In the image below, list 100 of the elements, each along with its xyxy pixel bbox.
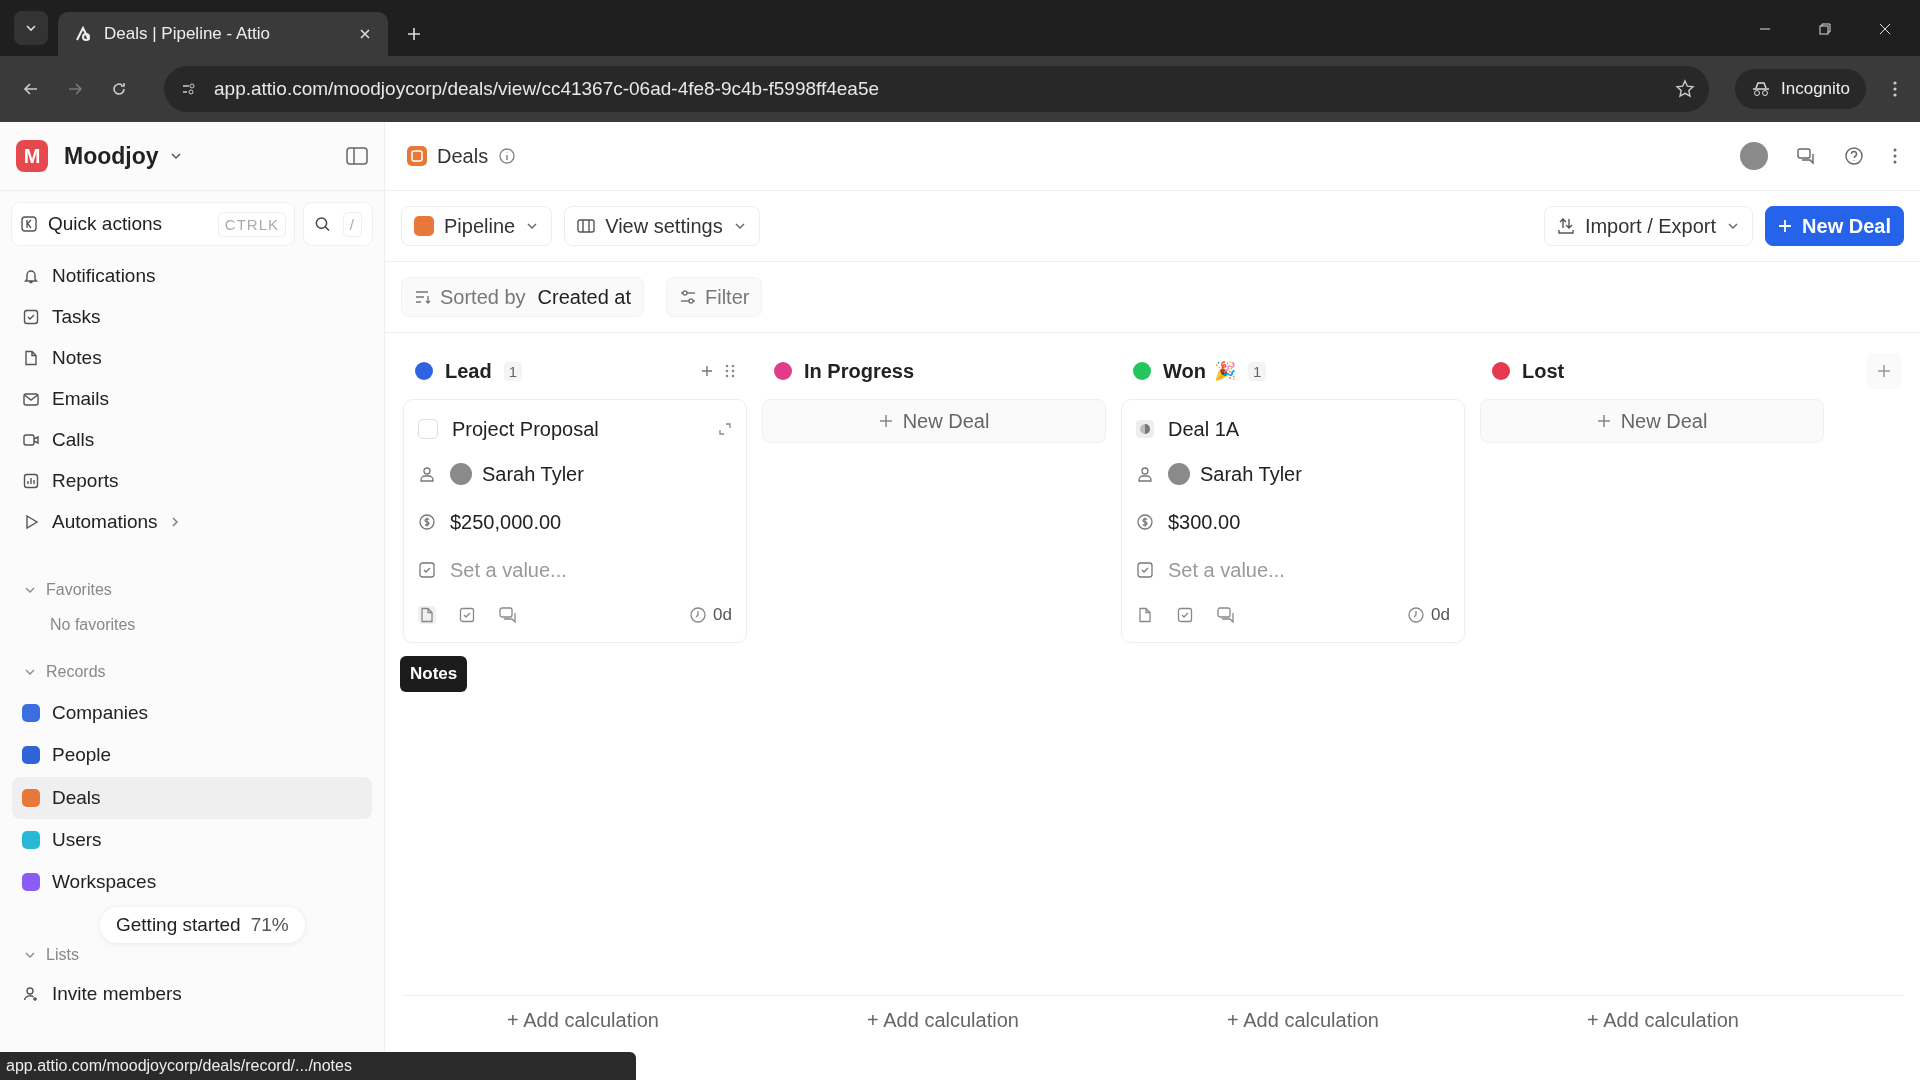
sidebar-toggle-icon[interactable] — [346, 146, 368, 166]
new-deal-button[interactable]: New Deal — [762, 399, 1106, 443]
deal-age: 0d — [1431, 605, 1450, 625]
restore-icon[interactable] — [1818, 22, 1832, 36]
filter-icon — [679, 289, 697, 305]
deal-value: $300.00 — [1168, 510, 1241, 534]
owner-name[interactable]: Sarah Tyler — [482, 462, 584, 486]
notes-icon[interactable] — [418, 606, 436, 624]
sidebar-item[interactable]: People — [12, 734, 372, 777]
currency-icon — [418, 513, 436, 531]
person-icon — [418, 465, 436, 483]
sidebar-item[interactable]: Notifications — [12, 255, 372, 296]
close-icon[interactable] — [358, 27, 372, 41]
clock-icon — [1407, 606, 1426, 624]
view-settings-button[interactable]: View settings — [564, 206, 760, 246]
quick-actions-button[interactable]: Quick actions CTRLK — [12, 203, 294, 245]
star-icon[interactable] — [1675, 79, 1695, 99]
notes-icon[interactable] — [1136, 606, 1154, 624]
quick-actions-label: Quick actions — [48, 213, 163, 235]
checkbox-icon — [1136, 561, 1154, 579]
sidebar-item[interactable]: Workspaces — [12, 861, 372, 904]
sidebar-item[interactable]: Tasks — [12, 296, 372, 337]
filter-button[interactable]: Filter — [666, 277, 763, 317]
sidebar-item[interactable]: Automations — [12, 501, 372, 542]
comments-icon[interactable] — [498, 606, 518, 624]
search-icon — [314, 215, 331, 233]
sidebar-item[interactable]: Companies — [12, 692, 372, 735]
deal-title[interactable]: Project Proposal — [452, 417, 599, 441]
column-title: Won — [1163, 359, 1206, 383]
sidebar-item[interactable]: Users — [12, 818, 372, 862]
browser-tab[interactable]: Deals | Pipeline - Attio — [58, 12, 388, 56]
pipeline-icon — [414, 216, 434, 236]
reload-icon[interactable] — [110, 80, 128, 98]
sidebar-item[interactable]: Reports — [12, 460, 372, 501]
column-title: In Progress — [804, 359, 915, 383]
sort-button[interactable]: Sorted by Created at — [401, 277, 644, 317]
sidebar-item[interactable]: Deals — [12, 776, 372, 819]
shortcut-hint: / — [342, 211, 362, 237]
import-export-button[interactable]: Import / Export — [1543, 206, 1754, 246]
sidebar-item[interactable]: Notes — [12, 337, 372, 378]
sort-icon — [414, 289, 432, 305]
workspace-logo: M — [16, 140, 48, 172]
tasks-icon[interactable] — [1176, 606, 1194, 624]
more-icon[interactable] — [1892, 147, 1898, 165]
sidebar-item[interactable]: Emails — [12, 378, 372, 419]
invite-members-item[interactable]: Invite members — [12, 973, 372, 1015]
site-settings-icon[interactable] — [180, 80, 198, 98]
count-badge: 1 — [1247, 361, 1267, 381]
workspace-name[interactable]: Moodjoy — [64, 142, 159, 170]
comments-icon[interactable] — [1216, 606, 1236, 624]
help-icon[interactable] — [1844, 146, 1864, 166]
page-title: Deals — [437, 144, 489, 168]
info-icon[interactable] — [498, 147, 517, 165]
add-icon[interactable] — [701, 365, 713, 377]
column-title: Lost — [1522, 359, 1565, 383]
new-tab-icon[interactable] — [406, 26, 422, 42]
owner-name[interactable]: Sarah Tyler — [1200, 462, 1302, 486]
section-header[interactable]: Lists — [12, 943, 372, 968]
doc-icon — [22, 348, 40, 367]
plus-icon — [1877, 364, 1891, 378]
status-url: app.attio.com/moodjoycorp/deals/record/.../notes — [0, 1052, 636, 1080]
site-logo-icon — [74, 25, 92, 43]
currency-icon — [1136, 513, 1154, 531]
add-calculation-link[interactable]: + Add calculation — [1227, 1009, 1379, 1031]
new-deal-button[interactable]: New Deal — [1480, 399, 1824, 443]
deal-title[interactable]: Deal 1A — [1168, 417, 1240, 441]
add-calculation-link[interactable]: + Add calculation — [867, 1009, 1019, 1031]
section-header[interactable]: Records — [12, 660, 372, 684]
incognito-badge[interactable]: Incognito — [1735, 69, 1866, 109]
empty-favorites-text: No favorites — [49, 615, 137, 634]
getting-started-pill[interactable]: Getting started 71% — [100, 907, 305, 944]
add-calculation-link[interactable]: + Add calculation — [1587, 1009, 1739, 1031]
incognito-icon — [1751, 81, 1771, 97]
address-bar[interactable]: app.attio.com/moodjoycorp/deals/view/cc41367c-06ad-4fe8-9c4b-f5998ff4ea5e — [164, 66, 1709, 112]
checkbox[interactable] — [418, 419, 438, 439]
view-selector-button[interactable]: Pipeline — [401, 206, 553, 246]
drag-handle-icon[interactable] — [725, 364, 735, 378]
new-deal-button[interactable]: New Deal — [1765, 206, 1904, 246]
party-popper-emoji: 🎉 — [1213, 360, 1236, 382]
tasks-icon[interactable] — [458, 606, 476, 624]
add-person-icon — [22, 985, 40, 1003]
sidebar-item[interactable]: Calls — [12, 419, 372, 460]
menu-icon[interactable] — [1892, 80, 1898, 98]
avatar — [1168, 463, 1190, 485]
tooltip: Notes — [400, 656, 468, 692]
plus-icon — [878, 414, 893, 428]
close-icon[interactable] — [1878, 22, 1892, 36]
add-calculation-link[interactable]: + Add calculation — [507, 1009, 659, 1031]
clock-icon — [689, 606, 708, 624]
avatar[interactable] — [1740, 142, 1768, 170]
chat-icon[interactable] — [1796, 146, 1816, 166]
count-badge: 1 — [503, 361, 523, 381]
check-icon — [22, 307, 40, 326]
avatar — [450, 463, 472, 485]
plus-icon — [1596, 414, 1611, 428]
deal-card[interactable]: Deal 1A Sarah Tyler $300.00 Set a value... 0d — [1121, 399, 1465, 643]
checkbox-icon — [418, 561, 436, 579]
expand-icon[interactable] — [718, 422, 732, 436]
command-key-icon — [20, 215, 38, 233]
deal-age: 0d — [713, 605, 732, 625]
